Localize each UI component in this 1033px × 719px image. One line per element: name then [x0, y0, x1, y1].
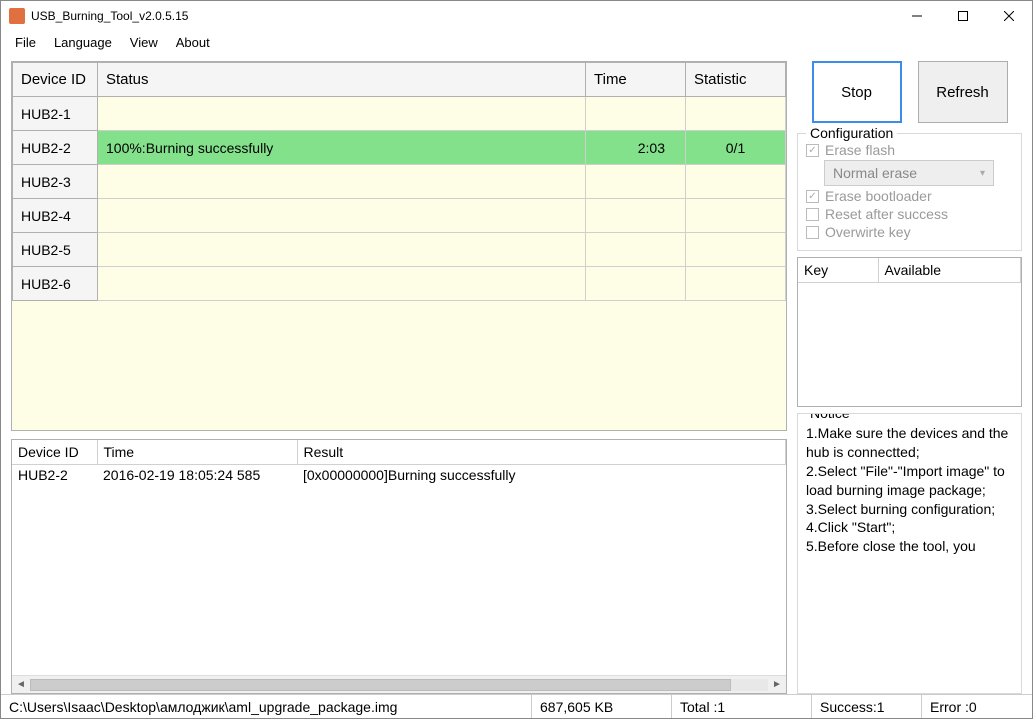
- cell-device-id: HUB2-2: [13, 131, 98, 165]
- col-status[interactable]: Status: [98, 63, 586, 97]
- erase-flash-label: Erase flash: [825, 142, 895, 158]
- cell-time: 2:03: [586, 131, 686, 165]
- table-row[interactable]: HUB2-1: [13, 97, 786, 131]
- erase-bootloader-checkbox[interactable]: ✓: [806, 190, 819, 203]
- cell-time: [586, 165, 686, 199]
- menu-view[interactable]: View: [122, 33, 166, 52]
- cell-statistic: [686, 267, 786, 301]
- statusbar: C:\Users\Isaac\Desktop\амлоджик\aml_upgr…: [1, 694, 1032, 718]
- cell-result-time: 2016-02-19 18:05:24 585: [97, 465, 297, 486]
- reset-after-label: Reset after success: [825, 206, 948, 222]
- chevron-down-icon: ▾: [980, 168, 985, 179]
- table-row[interactable]: HUB2-5: [13, 233, 786, 267]
- scroll-left-icon[interactable]: ◄: [12, 677, 30, 693]
- table-row[interactable]: HUB2-2100%:Burning successfully2:030/1: [13, 131, 786, 165]
- maximize-button[interactable]: [940, 1, 986, 31]
- cell-statistic: [686, 165, 786, 199]
- table-row[interactable]: HUB2-22016-02-19 18:05:24 585[0x00000000…: [12, 465, 786, 486]
- minimize-button[interactable]: [894, 1, 940, 31]
- cell-statistic: [686, 233, 786, 267]
- cell-time: [586, 97, 686, 131]
- col-result-device-id[interactable]: Device ID: [12, 440, 97, 465]
- notice-text: 1.Make sure the devices and the hub is c…: [806, 420, 1013, 687]
- cell-time: [586, 233, 686, 267]
- menubar: File Language View About: [1, 31, 1032, 53]
- cell-statistic: 0/1: [686, 131, 786, 165]
- configuration-legend: Configuration: [806, 125, 897, 141]
- reset-after-checkbox[interactable]: [806, 208, 819, 221]
- cell-device-id: HUB2-1: [13, 97, 98, 131]
- cell-device-id: HUB2-6: [13, 267, 98, 301]
- titlebar: USB_Burning_Tool_v2.0.5.15: [1, 1, 1032, 31]
- close-button[interactable]: [986, 1, 1032, 31]
- overwrite-key-checkbox[interactable]: [806, 226, 819, 239]
- scroll-thumb[interactable]: [30, 679, 731, 691]
- col-key[interactable]: Key: [798, 258, 878, 283]
- status-total: Total :1: [672, 695, 812, 718]
- status-path: C:\Users\Isaac\Desktop\амлоджик\aml_upgr…: [1, 695, 532, 718]
- status-error: Error :0: [922, 695, 1032, 718]
- cell-status: [98, 199, 586, 233]
- stop-button[interactable]: Stop: [812, 61, 902, 123]
- refresh-button[interactable]: Refresh: [918, 61, 1008, 123]
- notice-legend: Notice: [806, 413, 854, 421]
- scroll-right-icon[interactable]: ►: [768, 677, 786, 693]
- erase-flash-checkbox[interactable]: ✓: [806, 144, 819, 157]
- table-row[interactable]: HUB2-4: [13, 199, 786, 233]
- table-row[interactable]: HUB2-6: [13, 267, 786, 301]
- configuration-group: Configuration ✓ Erase flash Normal erase…: [797, 133, 1022, 251]
- cell-device-id: HUB2-5: [13, 233, 98, 267]
- col-time[interactable]: Time: [586, 63, 686, 97]
- horizontal-scrollbar[interactable]: ◄ ►: [12, 675, 786, 693]
- erase-mode-select[interactable]: Normal erase ▾: [824, 160, 994, 186]
- col-statistic[interactable]: Statistic: [686, 63, 786, 97]
- menu-file[interactable]: File: [7, 33, 44, 52]
- cell-status: 100%:Burning successfully: [98, 131, 586, 165]
- cell-result-text: [0x00000000]Burning successfully: [297, 465, 786, 486]
- cell-status: [98, 233, 586, 267]
- cell-result-id: HUB2-2: [12, 465, 97, 486]
- menu-language[interactable]: Language: [46, 33, 120, 52]
- status-success: Success:1: [812, 695, 922, 718]
- col-device-id[interactable]: Device ID: [13, 63, 98, 97]
- table-row[interactable]: HUB2-3: [13, 165, 786, 199]
- col-result-time[interactable]: Time: [97, 440, 297, 465]
- cell-device-id: HUB2-4: [13, 199, 98, 233]
- device-table: Device ID Status Time Statistic HUB2-1HU…: [11, 61, 787, 431]
- cell-status: [98, 267, 586, 301]
- status-size: 687,605 KB: [532, 695, 672, 718]
- app-icon: [9, 8, 25, 24]
- cell-time: [586, 199, 686, 233]
- window-title: USB_Burning_Tool_v2.0.5.15: [31, 9, 188, 23]
- menu-about[interactable]: About: [168, 33, 218, 52]
- col-result-result[interactable]: Result: [297, 440, 786, 465]
- cell-statistic: [686, 97, 786, 131]
- erase-bootloader-label: Erase bootloader: [825, 188, 932, 204]
- key-table: Key Available: [797, 257, 1022, 407]
- cell-statistic: [686, 199, 786, 233]
- cell-device-id: HUB2-3: [13, 165, 98, 199]
- col-available[interactable]: Available: [878, 258, 1021, 283]
- overwrite-key-label: Overwirte key: [825, 224, 911, 240]
- cell-status: [98, 165, 586, 199]
- notice-group: Notice 1.Make sure the devices and the h…: [797, 413, 1022, 694]
- cell-time: [586, 267, 686, 301]
- app-window: USB_Burning_Tool_v2.0.5.15 File Language…: [0, 0, 1033, 719]
- result-table: Device ID Time Result HUB2-22016-02-19 1…: [11, 439, 787, 694]
- cell-status: [98, 97, 586, 131]
